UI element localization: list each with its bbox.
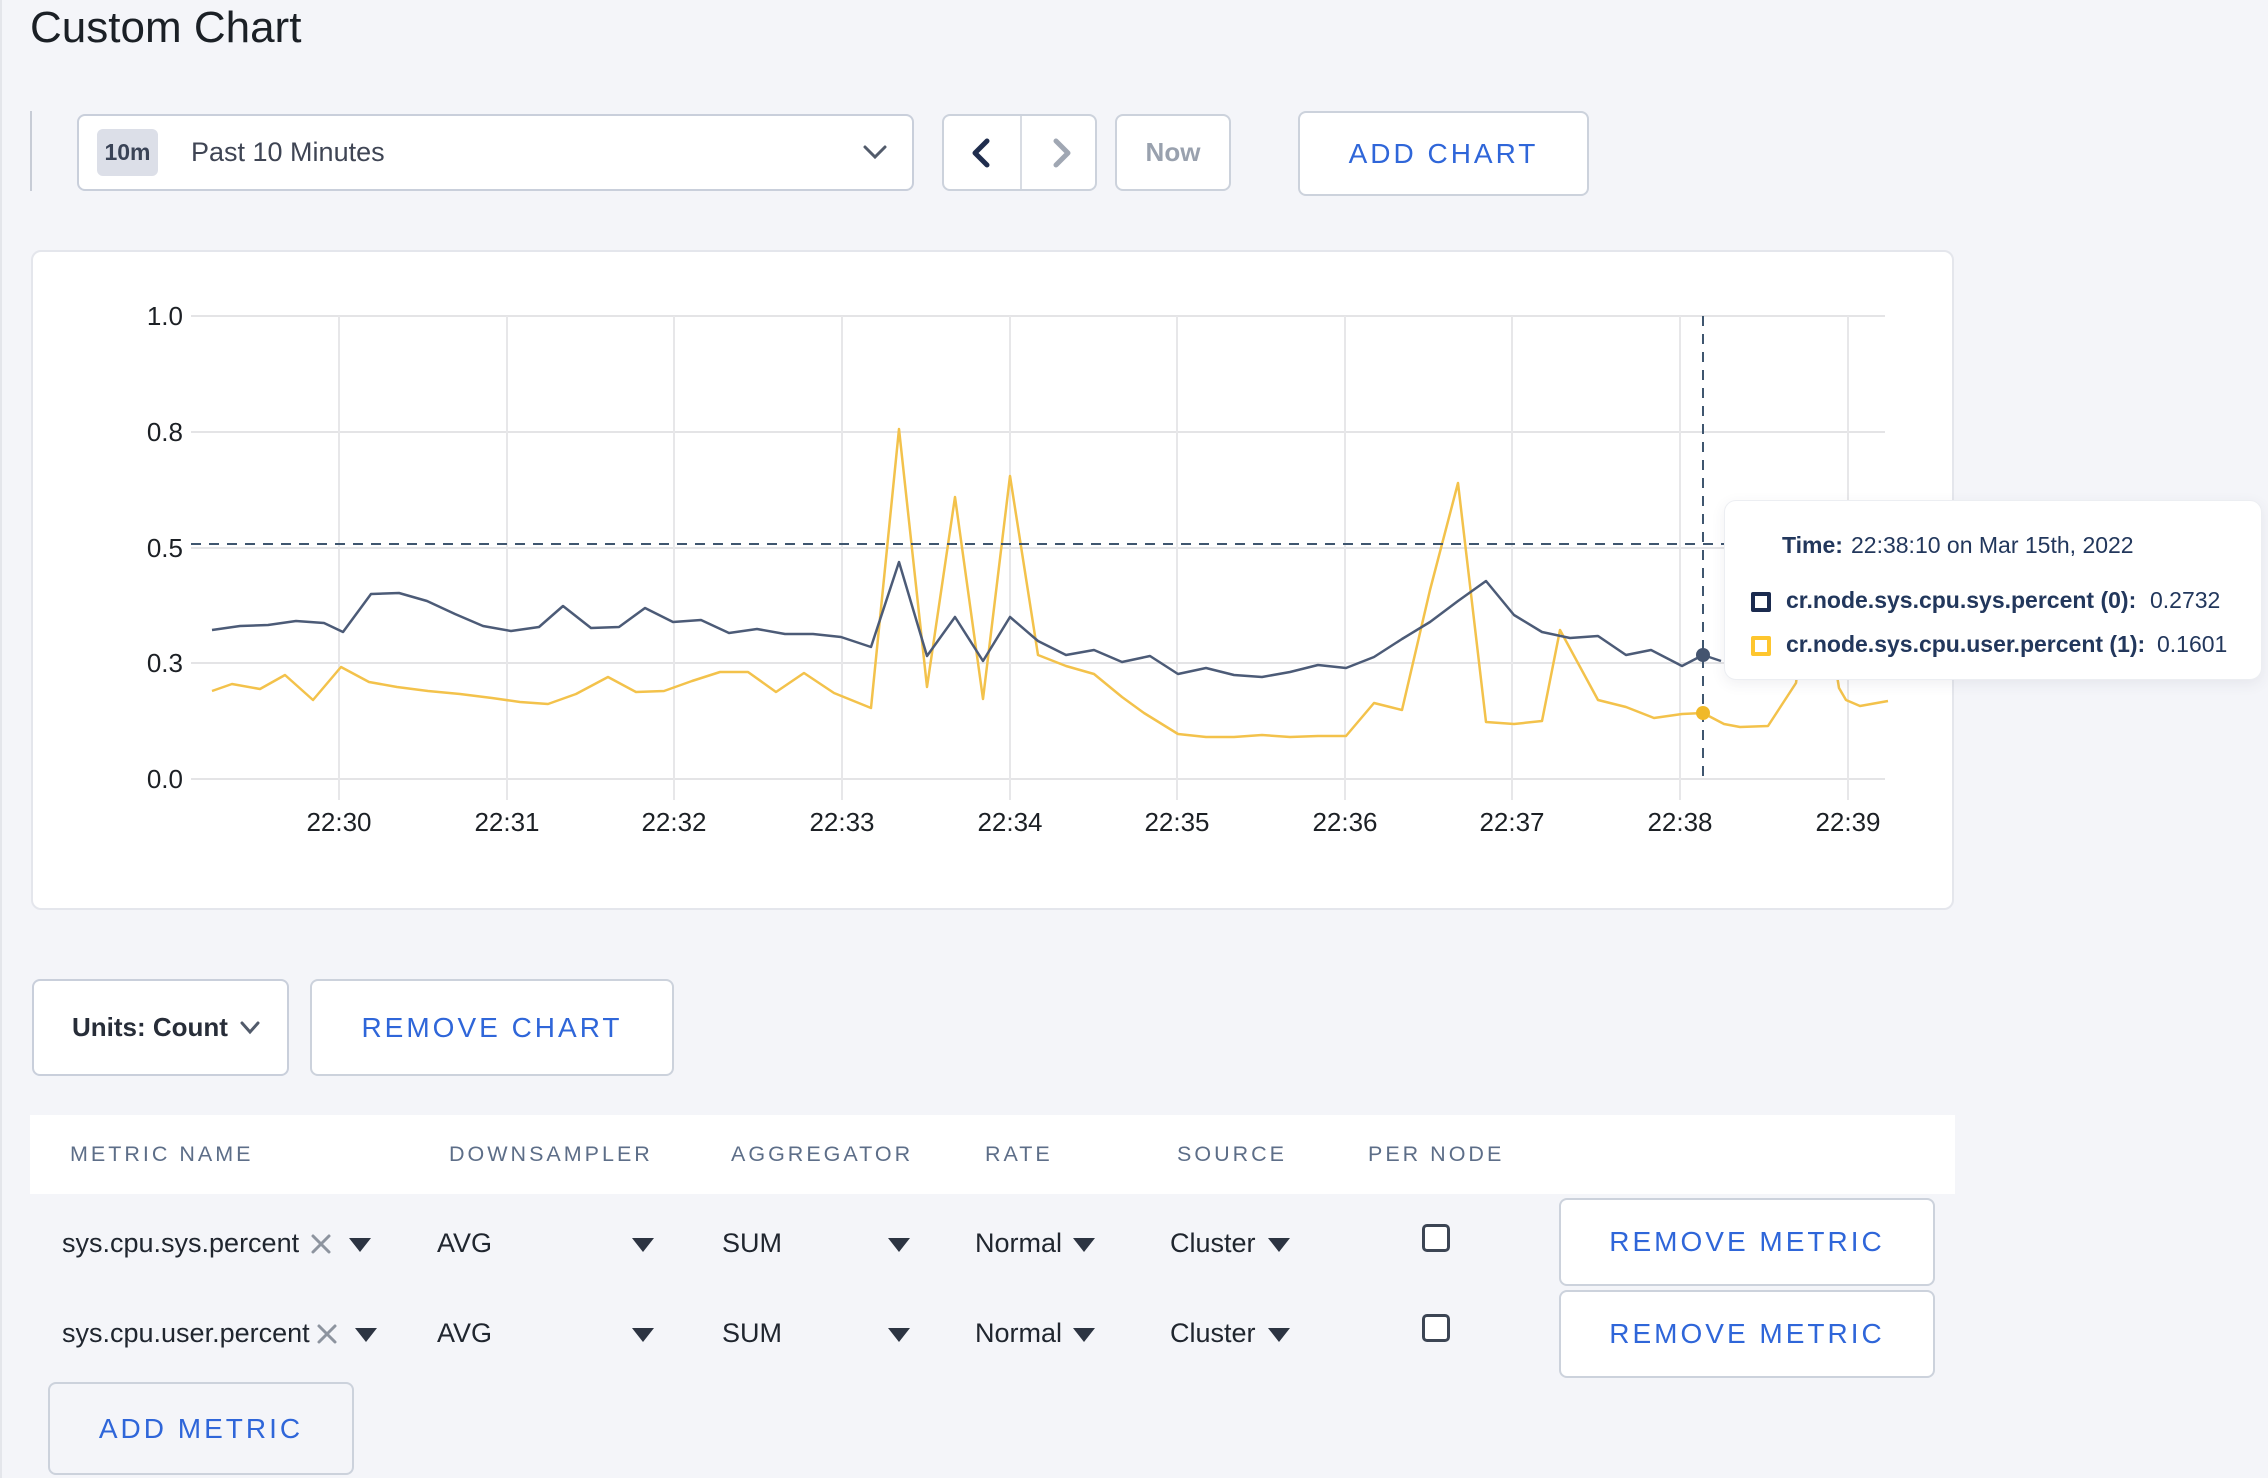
svg-text:0.3: 0.3: [147, 648, 183, 678]
svg-text:22:37: 22:37: [1479, 807, 1544, 837]
svg-text:22:34: 22:34: [977, 807, 1042, 837]
svg-text:22:36: 22:36: [1312, 807, 1377, 837]
svg-text:1.0: 1.0: [147, 301, 183, 331]
svg-text:22:30: 22:30: [306, 807, 371, 837]
svg-text:0.8: 0.8: [147, 417, 183, 447]
svg-text:22:39: 22:39: [1815, 807, 1880, 837]
svg-text:22:35: 22:35: [1144, 807, 1209, 837]
svg-text:22:31: 22:31: [474, 807, 539, 837]
svg-text:0.0: 0.0: [147, 764, 183, 794]
svg-text:22:32: 22:32: [641, 807, 706, 837]
svg-text:22:38: 22:38: [1647, 807, 1712, 837]
svg-text:0.5: 0.5: [147, 533, 183, 563]
svg-text:22:33: 22:33: [809, 807, 874, 837]
